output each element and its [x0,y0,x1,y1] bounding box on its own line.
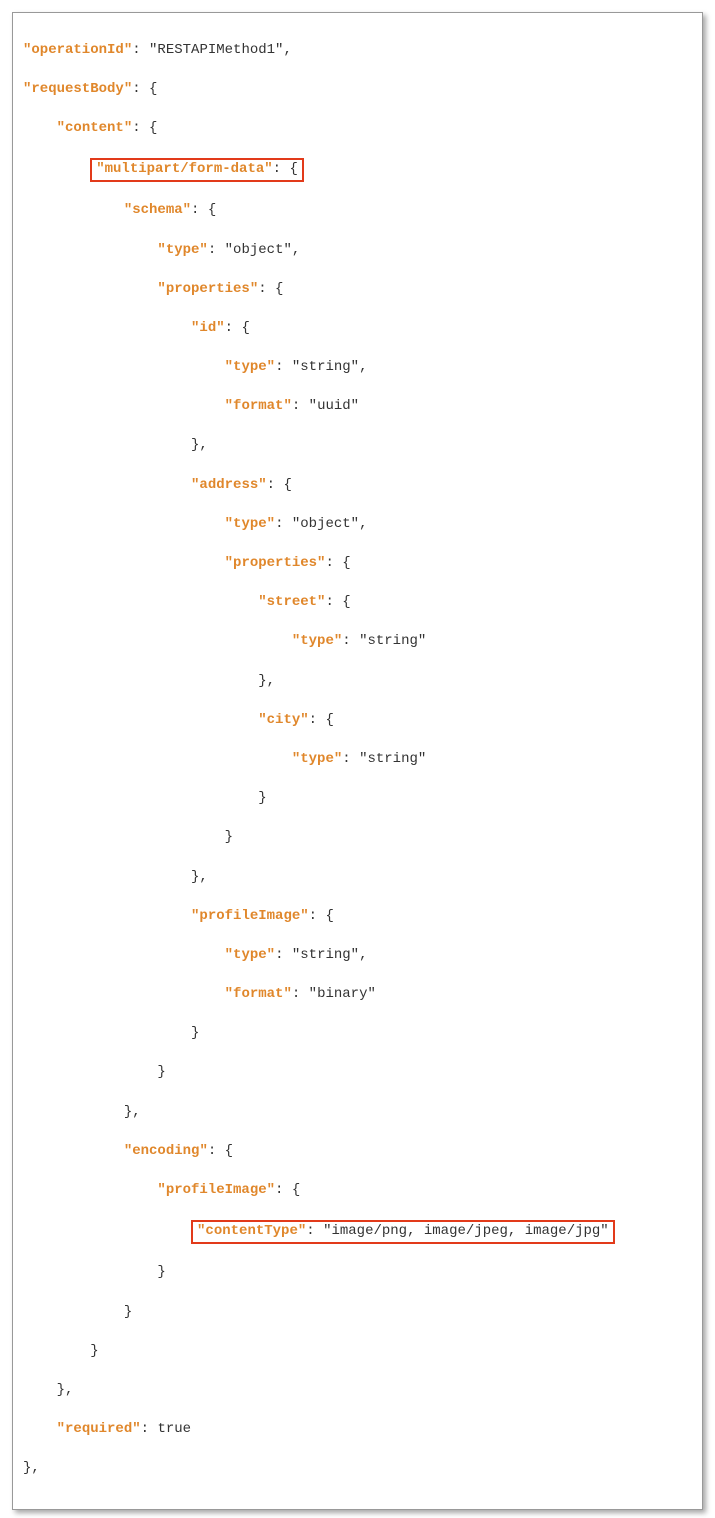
json-value: "binary" [309,986,376,1002]
json-value: "object" [225,242,292,258]
code-line: "type": "string", [23,946,692,966]
code-line: "content": { [23,119,692,139]
json-key: "type" [225,947,275,963]
json-key: "encoding" [124,1143,208,1159]
json-key: "city" [258,712,308,728]
code-line: "type": "object", [23,515,692,535]
code-line: "type": "string" [23,750,692,770]
json-key: "id" [191,320,225,336]
code-line: "properties": { [23,554,692,574]
code-line: } [23,1342,692,1362]
code-line: "encoding": { [23,1142,692,1162]
code-line: "id": { [23,319,692,339]
code-line: "format": "binary" [23,985,692,1005]
code-line: "required": true [23,1420,692,1440]
code-line: }, [23,1381,692,1401]
code-line: }, [23,1103,692,1123]
json-value: "string" [292,359,359,375]
json-value: "string" [359,633,426,649]
code-line: "schema": { [23,201,692,221]
json-key: "type" [157,242,207,258]
code-line: "address": { [23,476,692,496]
code-line: } [23,828,692,848]
code-line: }, [23,868,692,888]
json-key: "address" [191,477,267,493]
code-line: }, [23,1459,692,1479]
code-line: "street": { [23,593,692,613]
code-line: }, [23,436,692,456]
code-line: "profileImage": { [23,1181,692,1201]
json-key: "format" [225,398,292,414]
json-key: "properties" [225,555,326,571]
json-key: "type" [225,516,275,532]
code-line: "multipart/form-data": { [23,158,692,182]
json-key: "format" [225,986,292,1002]
code-line: "requestBody": { [23,80,692,100]
json-value: "RESTAPIMethod1" [149,42,283,58]
code-line: "properties": { [23,280,692,300]
json-key: "properties" [157,281,258,297]
json-value: "object" [292,516,359,532]
json-key: "schema" [124,202,191,218]
json-key: "operationId" [23,42,132,58]
json-key: "multipart/form-data" [96,161,272,177]
code-line: "operationId": "RESTAPIMethod1", [23,41,692,61]
json-key: "profileImage" [157,1182,275,1198]
code-block: "operationId": "RESTAPIMethod1", "reques… [12,12,703,1510]
json-key: "type" [292,633,342,649]
json-key: "content" [57,120,133,136]
code-line: } [23,1024,692,1044]
json-key: "profileImage" [191,908,309,924]
json-value: "string" [292,947,359,963]
code-line: "format": "uuid" [23,397,692,417]
code-line: }, [23,672,692,692]
code-line: "city": { [23,711,692,731]
code-line: } [23,1303,692,1323]
code-line: "type": "string", [23,358,692,378]
code-line: "profileImage": { [23,907,692,927]
json-key: "contentType" [197,1223,306,1239]
json-key: "required" [57,1421,141,1437]
json-value: "uuid" [309,398,359,414]
json-key: "street" [258,594,325,610]
json-value: "image/png, image/jpeg, image/jpg" [323,1223,609,1239]
code-line: } [23,1263,692,1283]
code-line: } [23,789,692,809]
highlight-box-contenttype: "contentType": "image/png, image/jpeg, i… [191,1220,615,1244]
json-key: "requestBody" [23,81,132,97]
json-key: "type" [225,359,275,375]
code-line: } [23,1063,692,1083]
code-line: "contentType": "image/png, image/jpeg, i… [23,1220,692,1244]
code-line: "type": "object", [23,241,692,261]
highlight-box-multipart: "multipart/form-data": { [90,158,304,182]
json-value: true [157,1421,191,1437]
code-line: "type": "string" [23,632,692,652]
